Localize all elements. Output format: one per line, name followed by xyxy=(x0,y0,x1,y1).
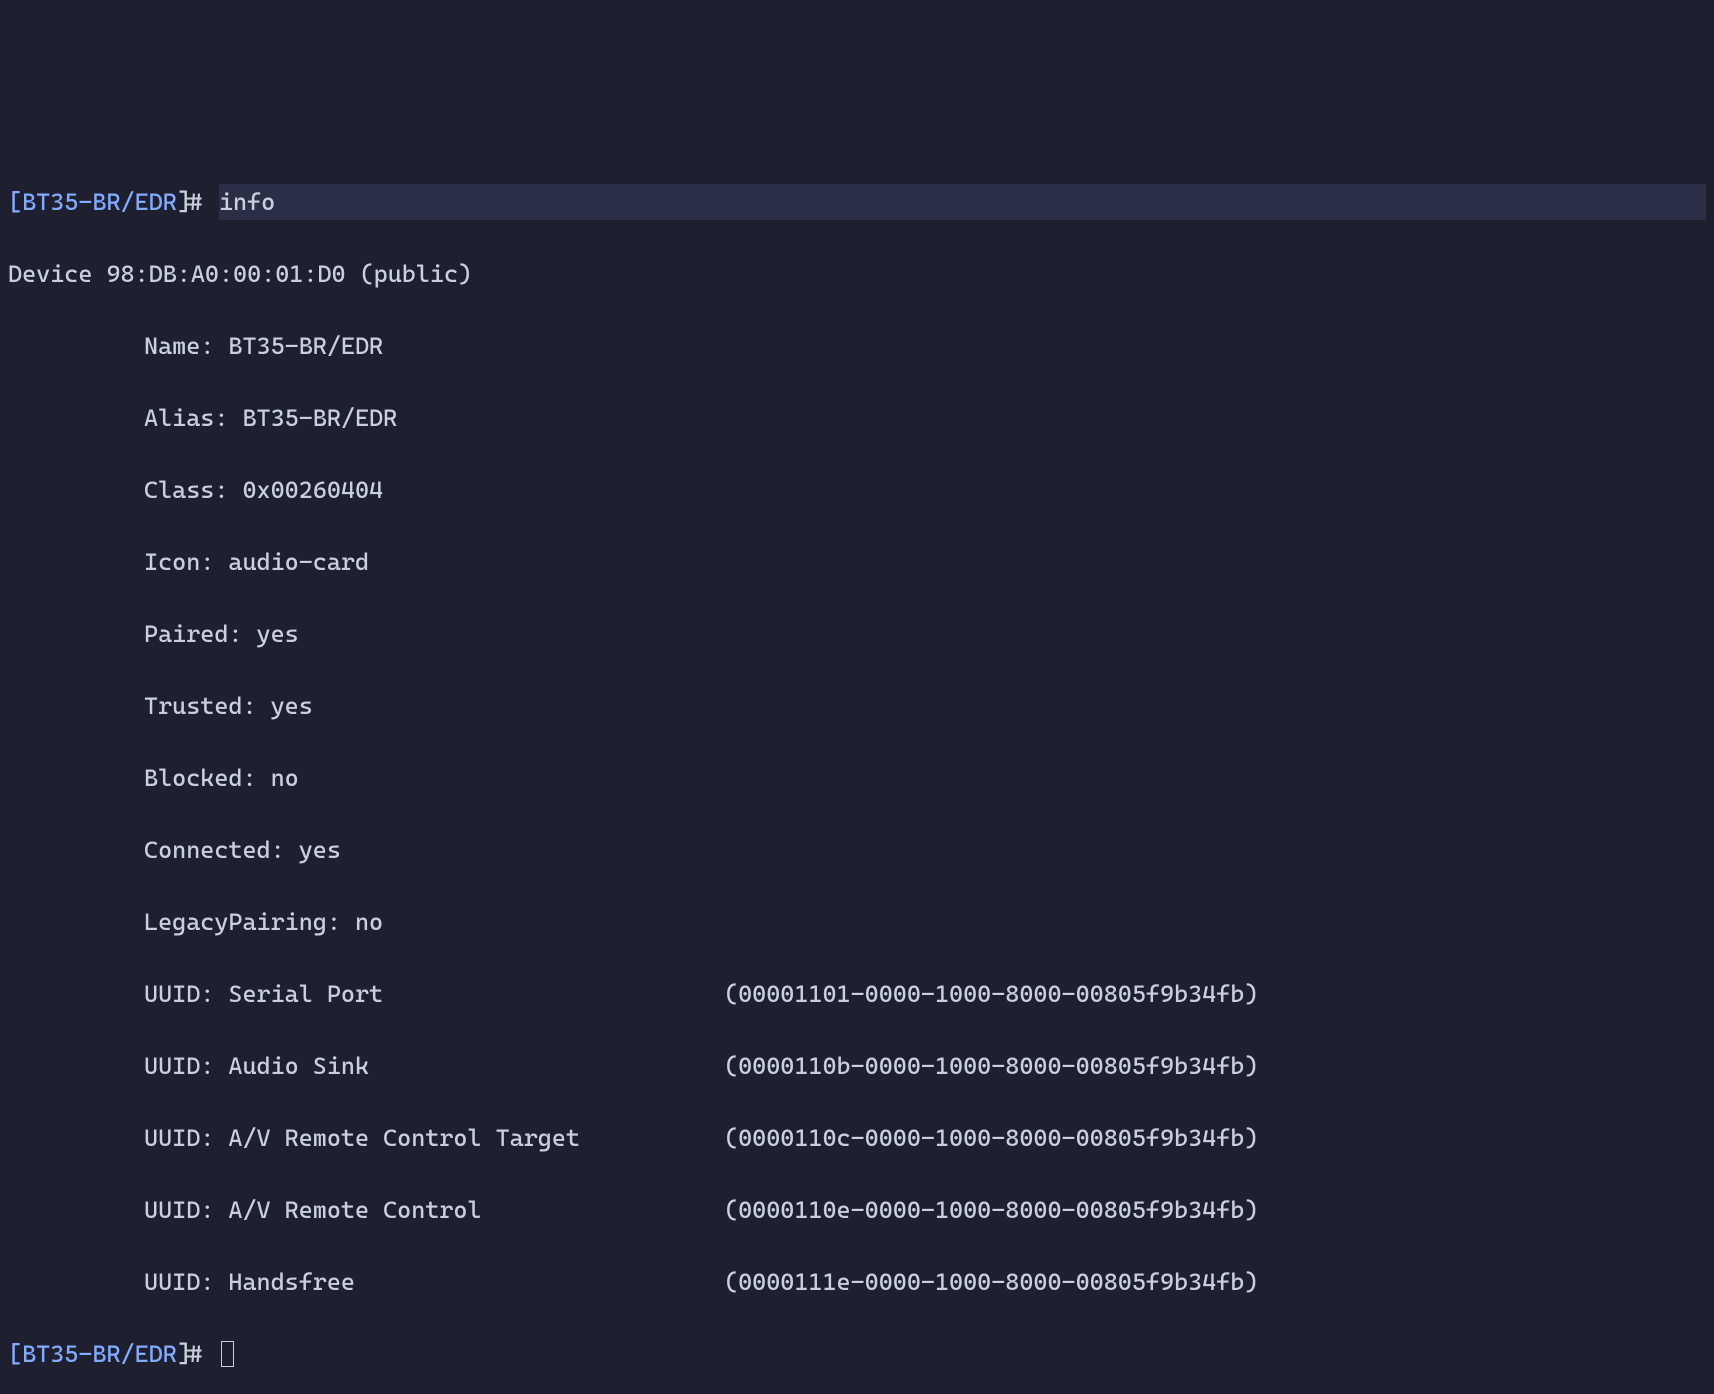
prompt-device-name: BT35-BR/EDR xyxy=(22,188,177,216)
uuid-row: UUID: Audio Sink(0000110b-0000-1000-8000… xyxy=(8,1048,1706,1084)
uuid-value: (00001101-0000-1000-8000-00805f9b34fb) xyxy=(724,976,1258,1012)
prop-trusted: Trusted: yes xyxy=(8,688,1706,724)
terminal-output[interactable]: [BT35-BR/EDR]# info Device 98:DB:A0:00:0… xyxy=(8,148,1706,1394)
uuid-row: UUID: Serial Port(00001101-0000-1000-800… xyxy=(8,976,1706,1012)
device-header: Device 98:DB:A0:00:01:D0 (public) xyxy=(8,256,1706,292)
uuid-label: UUID: Audio Sink xyxy=(144,1048,724,1084)
uuid-row: UUID: Handsfree(0000111e-0000-1000-8000-… xyxy=(8,1264,1706,1300)
uuid-value: (0000111e-0000-1000-8000-00805f9b34fb) xyxy=(724,1264,1258,1300)
prop-connected: Connected: yes xyxy=(8,832,1706,868)
uuid-row: UUID: A/V Remote Control Target(0000110c… xyxy=(8,1120,1706,1156)
uuid-value: (0000110b-0000-1000-8000-00805f9b34fb) xyxy=(724,1048,1258,1084)
bracket-open: [ xyxy=(8,1336,22,1372)
prop-blocked: Blocked: no xyxy=(8,760,1706,796)
prop-alias: Alias: BT35-BR/EDR xyxy=(8,400,1706,436)
prompt-line-2[interactable]: [BT35-BR/EDR]# xyxy=(8,1336,1706,1372)
prompt-suffix: ]# xyxy=(177,1336,219,1372)
uuid-label: UUID: Serial Port xyxy=(144,976,724,1012)
prompt-suffix: ]# xyxy=(177,188,219,216)
prop-paired: Paired: yes xyxy=(8,616,1706,652)
prompt-device-name: BT35-BR/EDR xyxy=(22,1336,177,1372)
uuid-value: (0000110e-0000-1000-8000-00805f9b34fb) xyxy=(724,1192,1258,1228)
uuid-value: (0000110c-0000-1000-8000-00805f9b34fb) xyxy=(724,1120,1258,1156)
bracket-open: [ xyxy=(8,188,22,216)
prop-legacy-pairing: LegacyPairing: no xyxy=(8,904,1706,940)
command-text: info xyxy=(219,188,275,216)
uuid-label: UUID: A/V Remote Control Target xyxy=(144,1120,724,1156)
cursor-icon[interactable] xyxy=(221,1341,234,1367)
prompt-line-1: [BT35-BR/EDR]# info xyxy=(8,184,1706,220)
uuid-label: UUID: A/V Remote Control xyxy=(144,1192,724,1228)
uuid-label: UUID: Handsfree xyxy=(144,1264,724,1300)
prop-class: Class: 0x00260404 xyxy=(8,472,1706,508)
prop-name: Name: BT35-BR/EDR xyxy=(8,328,1706,364)
prop-icon: Icon: audio-card xyxy=(8,544,1706,580)
uuid-row: UUID: A/V Remote Control(0000110e-0000-1… xyxy=(8,1192,1706,1228)
